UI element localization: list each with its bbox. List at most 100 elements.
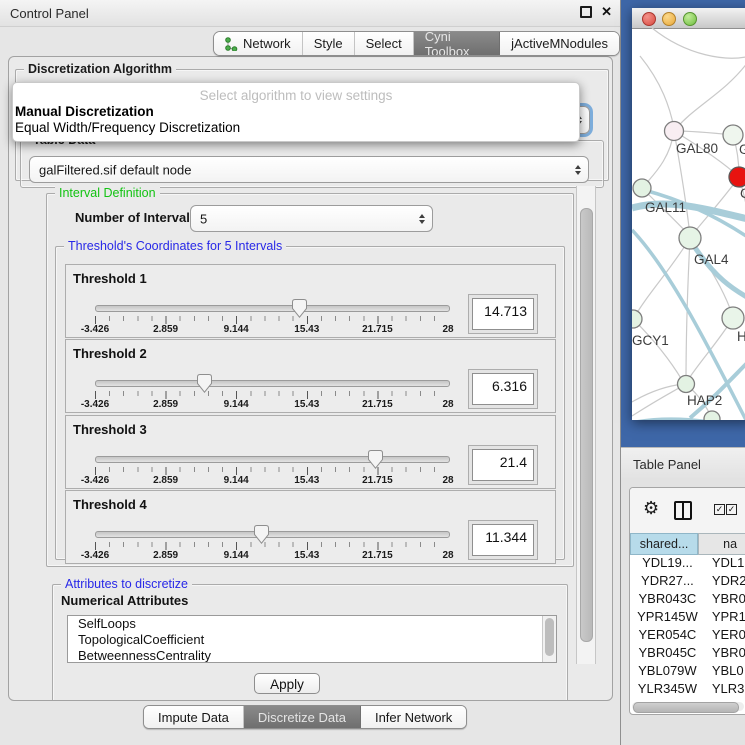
threshold-value-field[interactable]: 6.316: [472, 373, 534, 405]
scale-label: 21.715: [362, 475, 393, 486]
table-panel-title: Table Panel: [633, 457, 701, 472]
node-gcy1[interactable]: [632, 310, 642, 328]
node-h[interactable]: [722, 307, 744, 329]
tab-cyni-toolbox[interactable]: Cyni Toolbox: [414, 32, 500, 55]
column-header-name[interactable]: na: [698, 533, 745, 555]
node-table: shared... na YDL19... YDL1 YDR27... YDR2…: [630, 533, 745, 715]
tab-impute-data[interactable]: Impute Data: [144, 706, 244, 728]
group-title: Interval Definition: [55, 186, 160, 200]
node-bottom-partial[interactable]: [704, 411, 720, 420]
interval-definition-group: Interval Definition Number of Intervals …: [46, 193, 574, 567]
tab-style[interactable]: Style: [303, 32, 355, 55]
threshold-slider[interactable]: -3.426 2.859 9.144 15.43 21.715 28: [95, 376, 448, 412]
table-row[interactable]: YBL079W YBL0: [630, 663, 745, 681]
table-cell: YPR1: [705, 609, 745, 627]
column-header-shared-name[interactable]: shared...: [630, 533, 698, 555]
table-row[interactable]: YER054C YER0: [630, 627, 745, 645]
numerical-attributes-label: Numerical Attributes: [61, 593, 188, 608]
table-cell: YBR0: [705, 645, 745, 663]
table-data-combobox[interactable]: galFiltered.sif default node: [29, 156, 589, 183]
table-row[interactable]: YPR145W YPR1: [630, 609, 745, 627]
threshold-value-field[interactable]: 14.713: [472, 298, 534, 330]
node-label: C: [740, 186, 745, 201]
top-tab-bar: Network Style Select Cyni Toolbox jActiv…: [213, 31, 620, 56]
table-cell: YBL0: [705, 663, 745, 681]
dropdown-option-equal-width[interactable]: Equal Width/Frequency Discretization: [15, 120, 240, 135]
combobox-value: 5: [200, 211, 207, 226]
slider-track[interactable]: [95, 456, 450, 463]
slider-track[interactable]: [95, 380, 450, 387]
table-row[interactable]: YDR27... YDR2: [630, 573, 745, 591]
threshold-slider[interactable]: -3.426 2.859 9.144 15.43 21.715 28: [95, 527, 448, 563]
table-row[interactable]: YLR345W YLR3: [630, 681, 745, 699]
unselect-columns-icon[interactable]: ✓: [726, 504, 737, 515]
threshold-slider[interactable]: -3.426 2.859 9.144 15.43 21.715 28: [95, 452, 448, 488]
apply-button[interactable]: Apply: [254, 673, 320, 694]
table-row[interactable]: YDL19... YDL1: [630, 555, 745, 573]
algorithm-dropdown-popup: Select algorithm to view settings Manual…: [12, 82, 580, 142]
node-label: G.: [739, 142, 745, 157]
network-icon: [225, 37, 238, 51]
tab-discretize-data[interactable]: Discretize Data: [244, 706, 361, 728]
table-columns-icon[interactable]: [674, 501, 692, 520]
panel-scrollbar[interactable]: [576, 186, 596, 664]
table-cell: YBR043C: [630, 591, 705, 609]
node-gal80[interactable]: [665, 122, 684, 141]
table-row[interactable]: YBR045C YBR0: [630, 645, 745, 663]
table-cell: YLR3: [705, 681, 745, 699]
scale-label: 2.859: [153, 399, 178, 410]
node-hap2[interactable]: [678, 376, 695, 393]
slider-major-ticks: [95, 316, 448, 324]
slider-track[interactable]: [95, 531, 450, 538]
number-of-intervals-combobox[interactable]: 5: [190, 205, 433, 232]
tab-label: Select: [366, 36, 402, 51]
attribute-items: SelfLoops TopologicalCoefficient Between…: [68, 616, 556, 663]
scale-label: 15.43: [294, 475, 319, 486]
table-panel-body: ⚙ ✓ ✓ shared... na YDL19... YDL1 YDR27..…: [621, 480, 745, 745]
select-all-columns-icon[interactable]: ✓: [714, 504, 725, 515]
cyni-toolbox-panel: Discretization Algorithm Table Data galF…: [8, 56, 613, 701]
close-traffic-light-icon[interactable]: [642, 12, 656, 26]
network-window-titlebar: [632, 8, 745, 29]
thresholds-group: Threshold's Coordinates for 5 Intervals …: [55, 246, 565, 560]
close-icon[interactable]: ✕: [601, 5, 612, 19]
node-label: GCY1: [632, 333, 669, 348]
scale-label: 28: [442, 399, 453, 410]
tab-infer-network[interactable]: Infer Network: [361, 706, 466, 728]
node-gal4[interactable]: [679, 227, 701, 249]
threshold-label: Threshold 3: [73, 422, 147, 437]
threshold-value-field[interactable]: 11.344: [472, 524, 534, 556]
list-item[interactable]: SelfLoops: [68, 616, 556, 632]
control-panel-titlebar: Control Panel ✕: [0, 0, 620, 27]
list-item[interactable]: BetweennessCentrality: [68, 648, 556, 663]
scale-label: 2.859: [153, 324, 178, 335]
gear-icon[interactable]: ⚙: [643, 499, 659, 517]
list-scrollbar[interactable]: [542, 616, 556, 662]
node-gal11[interactable]: [633, 179, 651, 197]
scale-label: 21.715: [362, 399, 393, 410]
zoom-traffic-light-icon[interactable]: [683, 12, 697, 26]
threshold-slider[interactable]: -3.426 2.859 9.144 15.43 21.715 28: [95, 301, 448, 337]
network-canvas[interactable]: GAL80 G. C GAL11 GAL4 GCY1 H HAP2: [632, 28, 745, 420]
node-table-panel: ⚙ ✓ ✓ shared... na YDL19... YDL1 YDR27..…: [629, 487, 745, 715]
scale-label: 28: [442, 550, 453, 561]
list-item[interactable]: TopologicalCoefficient: [68, 632, 556, 648]
table-row[interactable]: YBR043C YBR0: [630, 591, 745, 609]
table-horizontal-scrollbar[interactable]: [632, 702, 744, 711]
tab-network[interactable]: Network: [214, 32, 303, 55]
table-toolbar: ⚙ ✓ ✓: [630, 488, 745, 533]
minimize-traffic-light-icon[interactable]: [662, 12, 676, 26]
slider-major-ticks: [95, 542, 448, 550]
tab-jactivemnodules[interactable]: jActiveMNodules: [500, 32, 619, 55]
threshold-label: Threshold 4: [73, 497, 147, 512]
float-window-icon[interactable]: [580, 6, 592, 18]
node-red-selected[interactable]: [729, 167, 745, 187]
node-label: H: [737, 329, 745, 344]
slider-track[interactable]: [95, 305, 450, 312]
scale-label: 15.43: [294, 324, 319, 335]
tab-select[interactable]: Select: [355, 32, 414, 55]
scale-label: -3.426: [81, 324, 109, 335]
dropdown-option-manual[interactable]: Manual Discretization: [15, 104, 154, 119]
attributes-listbox[interactable]: SelfLoops TopologicalCoefficient Between…: [67, 615, 557, 663]
threshold-value-field[interactable]: 21.4: [472, 449, 534, 481]
